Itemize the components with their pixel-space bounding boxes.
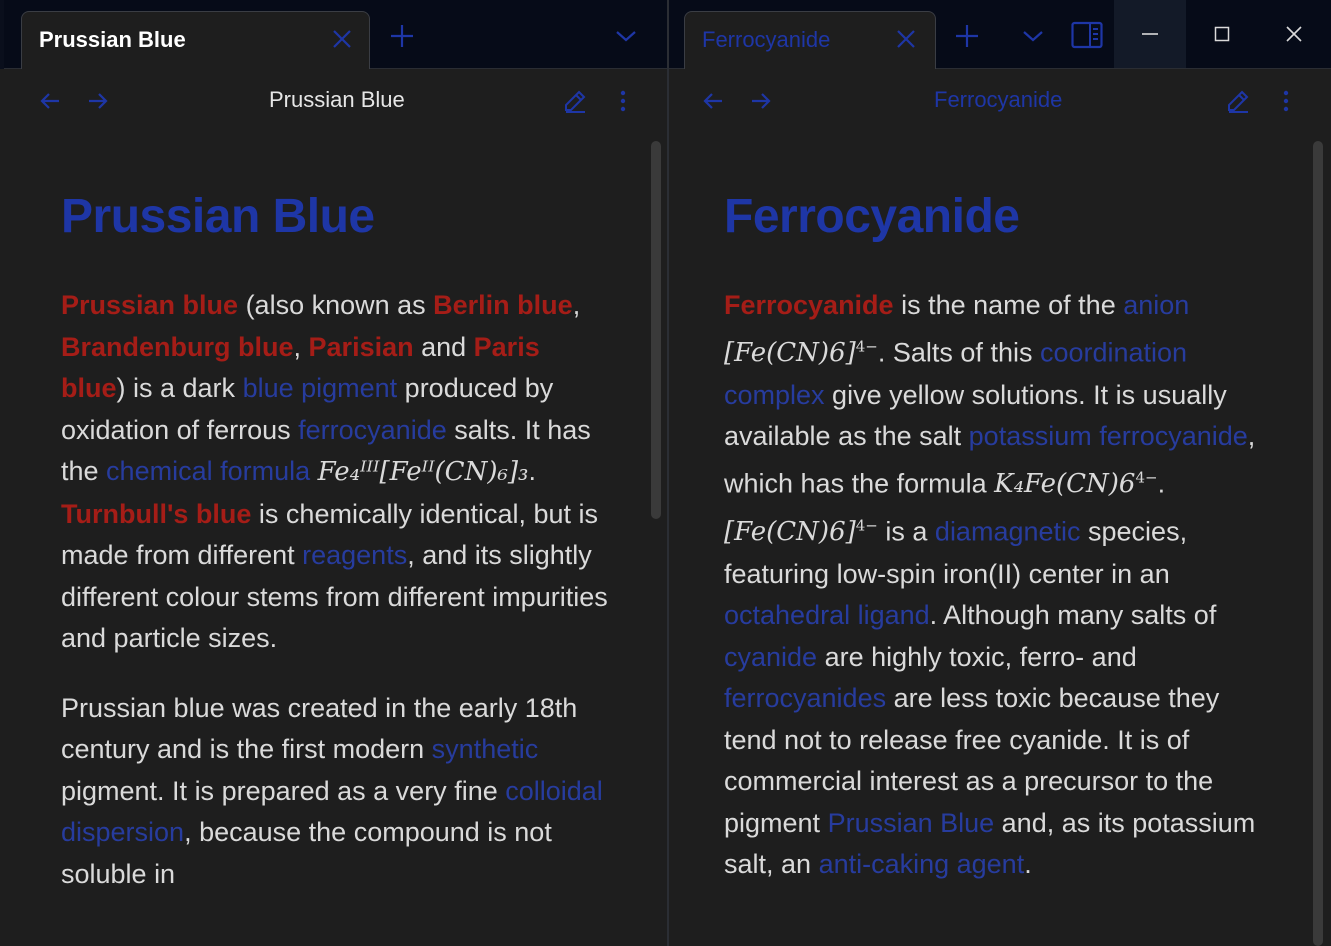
right-pane: Ferrocyanide Ferrocyanide Ferrocyanide i…: [669, 69, 1331, 946]
bold-link[interactable]: Prussian blue: [61, 290, 238, 320]
minimize-button[interactable]: [1114, 0, 1186, 68]
bold-link[interactable]: Parisian: [309, 332, 414, 362]
math-formula: K₄Fe(CN)64−: [994, 468, 1158, 500]
close-tab-icon[interactable]: [330, 27, 354, 51]
paragraph: Ferrocyanide is the name of the anion [F…: [724, 285, 1269, 886]
link[interactable]: blue pigment: [243, 373, 398, 403]
more-options-icon[interactable]: [1274, 89, 1298, 113]
paragraph: Prussian blue (also known as Berlin blue…: [61, 285, 609, 660]
link[interactable]: anion: [1123, 290, 1189, 320]
bold-link[interactable]: Berlin blue: [433, 290, 573, 320]
formula-charge: 4−: [855, 337, 878, 356]
scrollbar-thumb[interactable]: [651, 141, 661, 519]
text: is the name of the: [893, 290, 1124, 320]
math-formula: [Fe(CN)6]4−: [724, 516, 878, 548]
link[interactable]: cyanide: [724, 642, 817, 672]
tab-title: Ferrocyanide: [702, 27, 831, 52]
note-content: Ferrocyanide Ferrocyanide is the name of…: [724, 187, 1269, 914]
math-formula: [Fe(CN)6]4−: [724, 337, 878, 369]
close-tab-icon[interactable]: [894, 27, 918, 51]
tab-ferrocyanide[interactable]: Ferrocyanide: [684, 11, 936, 70]
link[interactable]: diamagnetic: [935, 516, 1081, 546]
bold-link[interactable]: Turnbull's blue: [61, 499, 251, 529]
sidebar-toggle-icon[interactable]: [1071, 20, 1103, 50]
text: ,: [293, 331, 309, 362]
close-icon: [1286, 26, 1302, 42]
formula-base: K₄Fe(CN)6: [994, 469, 1136, 500]
tab-list-chevron-icon[interactable]: [1019, 24, 1047, 48]
formula-base: [Fe(CN)6]: [724, 338, 856, 369]
edit-pencil-icon[interactable]: [563, 89, 587, 113]
forward-arrow-icon[interactable]: [86, 89, 110, 113]
minimize-icon: [1142, 33, 1158, 35]
more-options-icon[interactable]: [611, 89, 635, 113]
close-window-button[interactable]: [1258, 0, 1330, 68]
text: is a: [877, 516, 935, 547]
edit-pencil-icon[interactable]: [1226, 89, 1250, 113]
maximize-button[interactable]: [1186, 0, 1258, 68]
link[interactable]: reagents: [302, 540, 407, 570]
right-tab-bar: Ferrocyanide: [668, 0, 1331, 70]
text: and: [413, 331, 474, 362]
link[interactable]: ferrocyanide: [298, 415, 447, 445]
new-tab-icon[interactable]: [953, 22, 981, 50]
maximize-icon: [1214, 26, 1230, 42]
tab-title: Prussian Blue: [39, 27, 186, 52]
view-header: Ferrocyanide: [669, 69, 1331, 133]
tab-bar-edge: [0, 0, 4, 69]
text: .: [1157, 468, 1166, 499]
link[interactable]: ferrocyanides: [724, 683, 886, 713]
link[interactable]: synthetic: [432, 734, 539, 764]
link[interactable]: octahedral ligand: [724, 600, 930, 630]
bold-link[interactable]: Brandenburg blue: [61, 332, 294, 362]
text: .: [1024, 849, 1032, 880]
tab-list-chevron-icon[interactable]: [612, 24, 640, 48]
formula-charge: 4−: [1135, 468, 1158, 487]
link[interactable]: potassium ferrocyanide: [969, 421, 1248, 451]
left-pane: Prussian Blue Prussian Blue Prussian blu…: [0, 69, 667, 946]
note-heading: Prussian Blue: [61, 190, 375, 243]
link[interactable]: Prussian Blue: [828, 808, 995, 838]
view-title[interactable]: Ferrocyanide: [934, 87, 1062, 113]
tab-prussian-blue[interactable]: Prussian Blue: [21, 11, 370, 70]
text: ,: [572, 290, 581, 320]
left-tab-bar: Prussian Blue: [0, 0, 668, 70]
text: . Salts of this: [877, 337, 1040, 368]
note-heading: Ferrocyanide: [724, 190, 1020, 243]
back-arrow-icon[interactable]: [701, 89, 725, 113]
text: pigment. It is prepared as a very fine: [61, 775, 506, 806]
view-title[interactable]: Prussian Blue: [269, 87, 405, 113]
math-formula: Fe₄ᴵᴵᴵ[Feᴵᴵ(CN)₆]₃: [317, 457, 529, 487]
text: . Although many salts of: [929, 600, 1217, 631]
back-arrow-icon[interactable]: [38, 89, 62, 113]
new-tab-icon[interactable]: [388, 22, 416, 50]
scrollbar-thumb[interactable]: [1313, 141, 1323, 946]
text: (also known as: [238, 290, 434, 320]
link[interactable]: chemical formula: [106, 456, 310, 486]
text: .: [528, 456, 536, 486]
paragraph: Prussian blue was created in the early 1…: [61, 688, 609, 896]
formula-base: [Fe(CN)6]: [724, 517, 856, 548]
note-content: Prussian Blue Prussian blue (also known …: [61, 187, 609, 923]
link[interactable]: anti-caking agent: [819, 849, 1025, 879]
text: ) is a dark: [116, 373, 243, 403]
text: are highly toxic, ferro- and: [817, 641, 1137, 672]
forward-arrow-icon[interactable]: [749, 89, 773, 113]
view-header: Prussian Blue: [0, 69, 667, 133]
formula-charge: 4−: [855, 516, 878, 535]
bold-link[interactable]: Ferrocyanide: [724, 290, 894, 320]
